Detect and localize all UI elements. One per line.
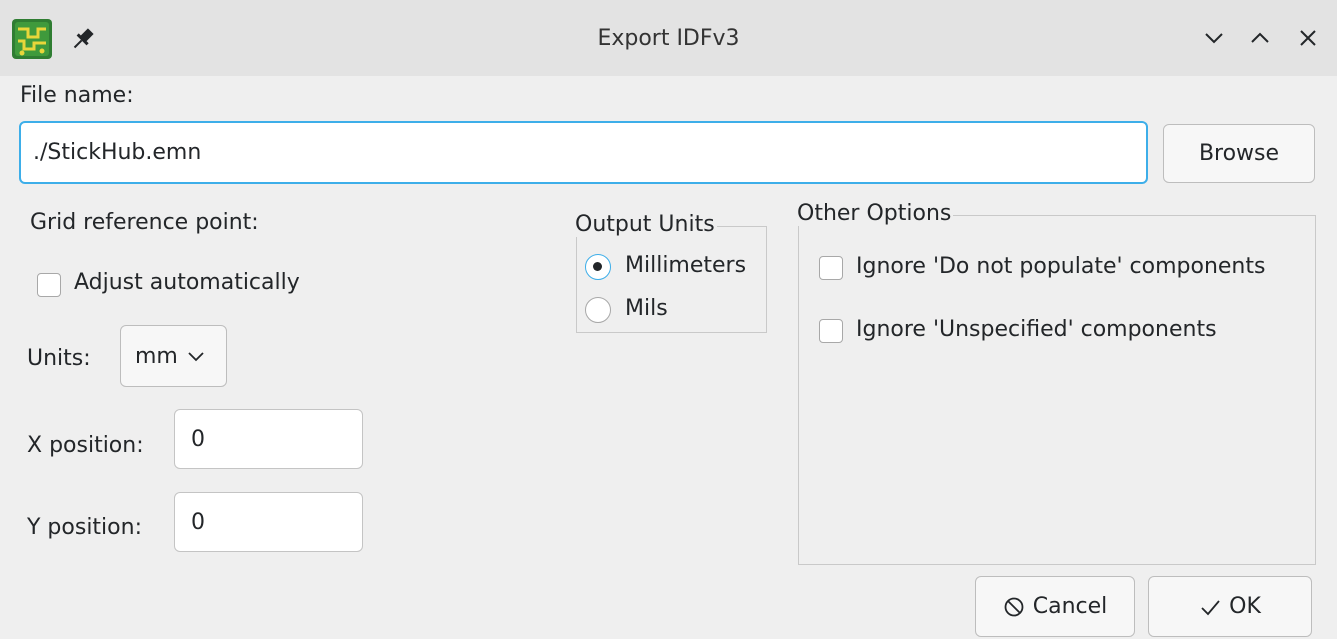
adjust-automatically-label[interactable]: Adjust automatically — [74, 270, 300, 295]
x-position-value: 0 — [191, 426, 205, 452]
y-position-input[interactable]: 0 — [174, 492, 363, 552]
units-label: Units: — [27, 346, 91, 371]
other-options-title: Other Options — [797, 201, 954, 226]
file-name-label: File name: — [20, 83, 134, 108]
x-position-input[interactable]: 0 — [174, 409, 363, 469]
close-icon[interactable] — [1292, 22, 1324, 54]
millimeters-label[interactable]: Millimeters — [625, 253, 746, 278]
file-name-value: ./StickHub.emn — [33, 140, 202, 165]
cancel-icon — [1004, 597, 1024, 616]
checkmark-icon — [1201, 599, 1220, 615]
cancel-label: Cancel — [1032, 594, 1108, 619]
ignore-dnp-checkbox[interactable] — [819, 256, 843, 280]
pin-icon[interactable] — [68, 24, 98, 54]
mils-radio[interactable] — [585, 297, 611, 323]
ok-button[interactable]: OK — [1148, 576, 1312, 637]
browse-label: Browse — [1198, 141, 1280, 166]
y-position-value: 0 — [191, 509, 205, 535]
minimize-icon[interactable] — [1198, 22, 1230, 54]
window-title: Export IDFv3 — [597, 26, 740, 51]
chevron-down-icon — [188, 352, 204, 362]
x-position-label: X position: — [27, 433, 144, 458]
kicad-pcb-icon — [12, 19, 52, 59]
grid-reference-label: Grid reference point: — [30, 210, 259, 235]
output-units-title: Output Units — [575, 212, 717, 237]
millimeters-radio[interactable] — [585, 254, 611, 280]
y-position-label: Y position: — [27, 515, 142, 540]
units-select[interactable]: mm — [120, 325, 227, 387]
ignore-unspecified-checkbox[interactable] — [819, 319, 843, 343]
file-name-input[interactable]: ./StickHub.emn — [19, 121, 1148, 184]
maximize-icon[interactable] — [1244, 22, 1276, 54]
browse-button[interactable]: Browse — [1163, 124, 1315, 183]
cancel-button[interactable]: Cancel — [975, 576, 1135, 637]
ignore-unspecified-label[interactable]: Ignore 'Unspecified' components — [856, 317, 1217, 342]
adjust-automatically-checkbox[interactable] — [37, 273, 61, 297]
ok-label: OK — [1229, 594, 1261, 619]
units-select-value: mm — [135, 343, 178, 369]
mils-label[interactable]: Mils — [625, 296, 668, 321]
ignore-dnp-label[interactable]: Ignore 'Do not populate' components — [856, 254, 1265, 279]
